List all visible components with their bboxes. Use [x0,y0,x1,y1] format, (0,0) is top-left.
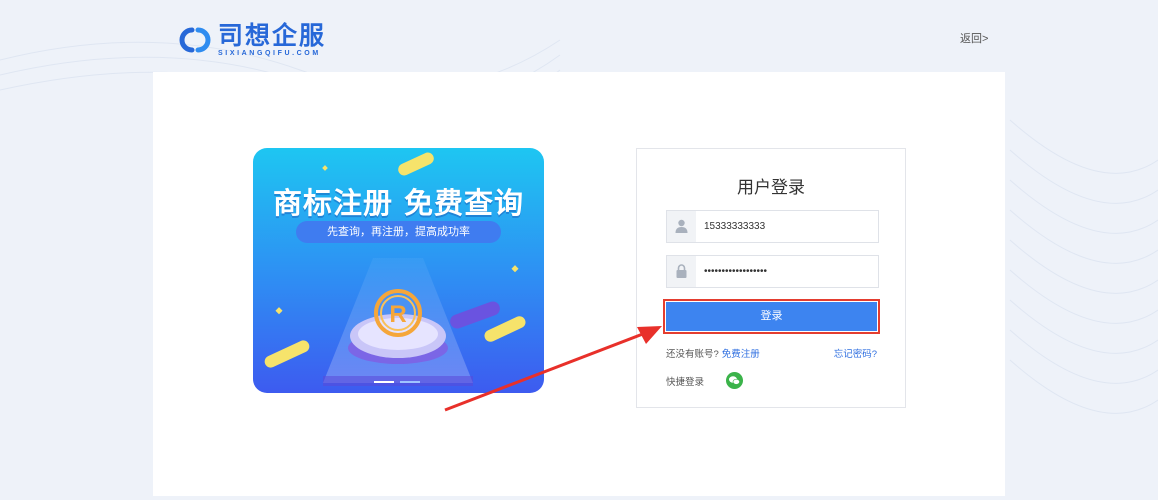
login-button[interactable]: 登录 [663,299,880,334]
quick-login-row: 快捷登录 [666,372,744,389]
password-field[interactable] [666,255,879,288]
banner-subtitle: 先查询，再注册，提高成功率 [296,221,501,243]
logo-chinese-text: 司想企服 [218,20,327,50]
back-link[interactable]: 返回> [960,30,988,46]
login-title: 用户登录 [737,178,805,197]
username-input[interactable] [704,211,874,242]
user-icon [667,211,696,242]
wechat-icon[interactable] [726,372,744,389]
lock-icon [667,256,696,287]
top-header: 司想企服 SIXIANGQIFU.COM 返回> [0,0,1158,70]
quick-login-label: 快捷登录 [666,376,705,388]
no-account-text: 还没有账号? [666,349,719,360]
register-row: 还没有账号? 免费注册 忘记密码? [666,346,877,360]
logo-english-text: SIXIANGQIFU.COM [218,49,321,57]
login-panel: 用户登录 登录 还没有账号?免费注册 忘记密码? 快捷登录 [636,148,906,408]
logo-mark-icon [179,27,211,53]
promo-banner[interactable]: R 商标注册 免费查询 先查询，再注册，提高成功率 [253,148,544,393]
username-field[interactable] [666,210,879,243]
site-logo[interactable]: 司想企服 SIXIANGQIFU.COM [178,22,326,58]
banner-title: 商标注册 免费查询 [272,186,525,220]
register-link[interactable]: 免费注册 [722,349,760,360]
password-input[interactable] [704,256,874,287]
svg-text:R: R [389,301,406,328]
forgot-password-link[interactable]: 忘记密码? [834,346,877,360]
